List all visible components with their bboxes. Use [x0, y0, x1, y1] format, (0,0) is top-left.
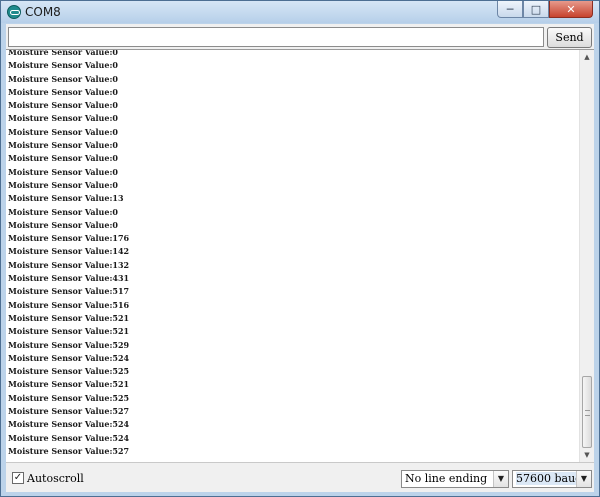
title-bar[interactable]: COM8 ─ □ ✕	[1, 1, 599, 23]
output-lines: Moisture Sensor Value:0 Moisture Sensor V…	[8, 49, 578, 458]
output-line: Moisture Sensor Value:0	[8, 86, 118, 97]
autoscroll-label[interactable]: Autoscroll	[27, 472, 84, 485]
output-line: Moisture Sensor Value:527	[8, 406, 130, 417]
serial-output[interactable]: Moisture Sensor Value:0 Moisture Sensor V…	[6, 49, 594, 463]
autoscroll-checkbox[interactable]: ✓	[12, 472, 24, 484]
output-line: Moisture Sensor Value:516	[8, 299, 130, 310]
output-line: Moisture Sensor Value:0	[8, 126, 118, 137]
output-line: Moisture Sensor Value:521	[8, 379, 130, 390]
output-line: Moisture Sensor Value:0	[8, 60, 118, 71]
footer-bar: ✓ Autoscroll No line ending ▼ 57600 baud…	[6, 466, 594, 492]
output-line: Moisture Sensor Value:0	[8, 113, 118, 124]
output-line: Moisture Sensor Value:0	[8, 179, 118, 190]
send-button[interactable]: Send	[547, 27, 592, 48]
line-ending-value: No line ending	[405, 472, 488, 485]
output-line: Moisture Sensor Value:0	[8, 219, 118, 230]
chevron-down-icon[interactable]: ▼	[493, 471, 508, 487]
output-line: Moisture Sensor Value:517	[8, 286, 130, 297]
scroll-up-icon[interactable]: ▲	[580, 50, 594, 64]
output-line: Moisture Sensor Value:0	[8, 206, 118, 217]
output-line: Moisture Sensor Value:529	[8, 339, 130, 350]
arduino-app-icon	[7, 5, 21, 19]
output-line: Moisture Sensor Value:431	[8, 273, 130, 284]
output-line: Moisture Sensor Value:521	[8, 312, 130, 323]
send-input[interactable]	[8, 27, 544, 47]
output-line: Moisture Sensor Value:132	[8, 259, 130, 270]
scroll-down-icon[interactable]: ▼	[580, 448, 594, 462]
output-line: Moisture Sensor Value:0	[8, 140, 118, 151]
window-controls: ─ □ ✕	[497, 1, 593, 19]
baud-rate-value: 57600 baud	[516, 472, 583, 485]
vertical-scrollbar[interactable]: ▲ ▼	[579, 50, 594, 462]
output-line: Moisture Sensor Value:524	[8, 352, 130, 363]
output-line: Moisture Sensor Value:0	[8, 73, 118, 84]
send-bar: Send	[6, 27, 594, 49]
output-line: Moisture Sensor Value:521	[8, 326, 130, 337]
output-line: Moisture Sensor Value:524	[8, 419, 130, 430]
serial-monitor-window: COM8 ─ □ ✕ Send Moisture Sensor Value:0 M…	[0, 0, 600, 497]
output-line: Moisture Sensor Value:525	[8, 392, 130, 403]
client-area: Send Moisture Sensor Value:0 Moisture Sen…	[6, 24, 594, 492]
output-line: Moisture Sensor Value:13	[8, 193, 124, 204]
output-line: Moisture Sensor Value:142	[8, 246, 130, 257]
maximize-button[interactable]: □	[523, 1, 549, 18]
output-line: Moisture Sensor Value:527	[8, 445, 130, 456]
window-title: COM8	[25, 5, 61, 19]
scrollbar-thumb[interactable]	[582, 376, 592, 448]
output-line: Moisture Sensor Value:0	[8, 166, 118, 177]
chevron-down-icon[interactable]: ▼	[576, 471, 591, 487]
output-line: Moisture Sensor Value:0	[8, 100, 118, 111]
output-line: Moisture Sensor Value:524	[8, 432, 130, 443]
baud-rate-select[interactable]: 57600 baud ▼	[512, 470, 592, 488]
output-line: Moisture Sensor Value:176	[8, 233, 130, 244]
output-line: Moisture Sensor Value:0	[8, 153, 118, 164]
line-ending-select[interactable]: No line ending ▼	[401, 470, 509, 488]
close-button[interactable]: ✕	[549, 1, 593, 18]
minimize-button[interactable]: ─	[497, 1, 523, 18]
output-line: Moisture Sensor Value:525	[8, 366, 130, 377]
output-line: Moisture Sensor Value:0	[8, 49, 118, 57]
